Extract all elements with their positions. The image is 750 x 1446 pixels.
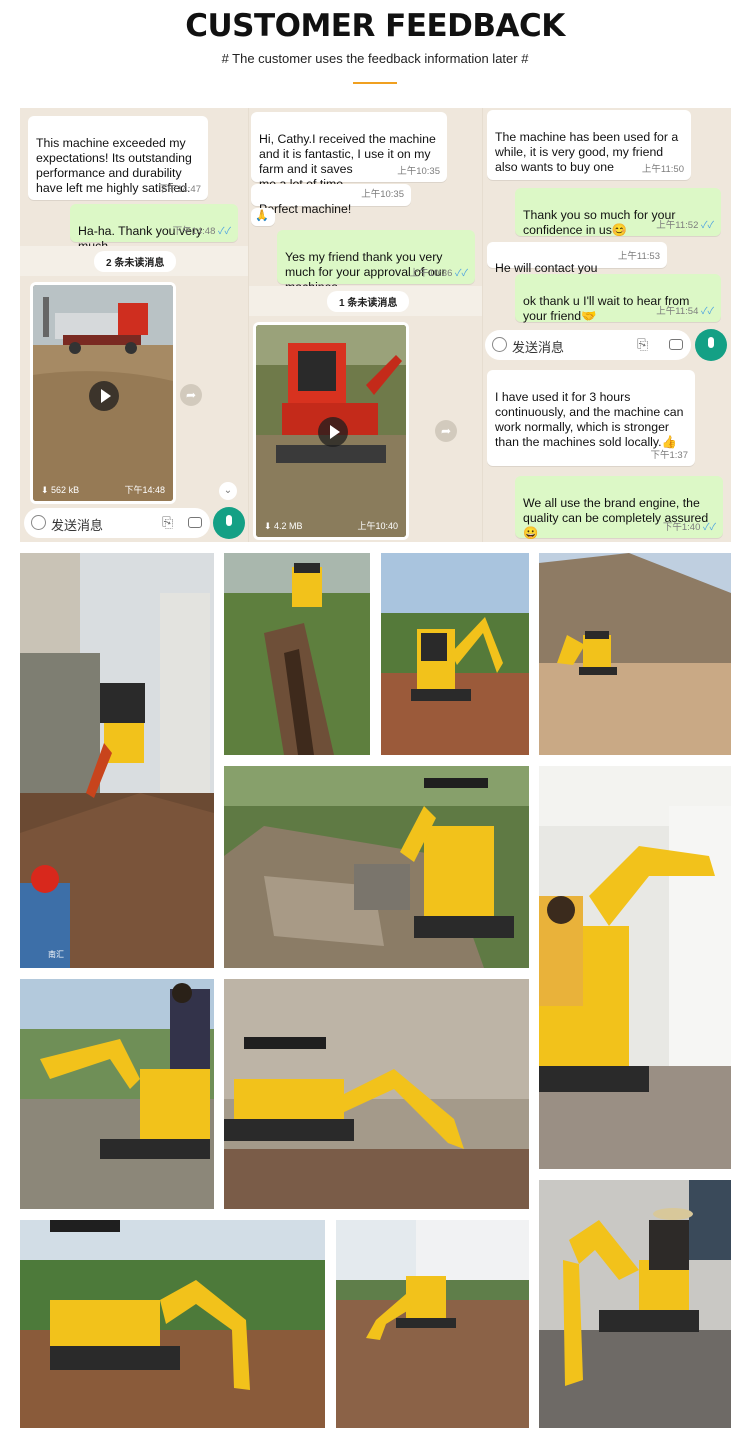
incoming-message: Hi, Cathy.I received the machine and it … <box>251 112 447 191</box>
customer-photo <box>20 1220 325 1428</box>
message-time: 上午11:54 ✓✓ <box>656 306 714 317</box>
attach-icon[interactable]: ⎘ <box>637 336 648 353</box>
chat-column-1: This machine exceeded my expectations! I… <box>20 108 248 542</box>
customer-photo <box>381 553 529 755</box>
customer-photo <box>224 766 529 968</box>
message-time: 上午11:50 <box>641 164 684 175</box>
camera-icon[interactable] <box>188 517 202 528</box>
video-time: 上午10:40 <box>357 521 398 531</box>
incoming-message: This machine exceeded my expectations! I… <box>28 116 208 200</box>
play-icon[interactable] <box>89 381 119 411</box>
mic-icon[interactable] <box>695 329 727 361</box>
message-time: 下午14:48 ✓✓ <box>172 226 231 237</box>
unread-badge: 1 条未读消息 <box>327 291 410 312</box>
chat-column-2: Hi, Cathy.I received the machine and it … <box>248 108 483 542</box>
outgoing-message: Thank you so much for your confidence in… <box>515 188 721 237</box>
message-text: He will contact you <box>495 261 598 275</box>
play-icon[interactable] <box>318 417 348 447</box>
camera-icon[interactable] <box>669 339 683 350</box>
incoming-message: I have used it for 3 hours continuously,… <box>487 370 695 466</box>
incoming-message: He will contact you 上午11:53 <box>487 242 667 275</box>
message-time: 上午10:35 <box>361 189 404 200</box>
customer-photo <box>20 979 214 1209</box>
video-size: ⬇ 562 kB <box>41 485 80 495</box>
message-time: 下午14:47 <box>158 184 201 195</box>
customer-photo: 南汇 <box>20 553 214 968</box>
outgoing-message: ok thank u I'll wait to hear from your f… <box>515 274 721 323</box>
incoming-message: The machine has been used for a while, i… <box>487 110 691 180</box>
outgoing-message: Ha-ha. Thank you very much. 下午14:48 ✓✓ <box>70 204 238 253</box>
photo-caption: 南汇 <box>48 950 64 959</box>
message-composer[interactable]: 发送消息 ⎘ <box>24 508 210 538</box>
emoji-icon[interactable] <box>31 515 46 530</box>
message-text: Hi, Cathy.I received the machine and it … <box>259 132 436 191</box>
customer-photo <box>539 766 731 1169</box>
scroll-down-icon[interactable]: ⌄ <box>219 482 237 500</box>
page-header: CUSTOMER FEEDBACK # The customer uses th… <box>0 0 750 100</box>
customer-photo <box>539 553 731 755</box>
video-size: ⬇ 4.2 MB <box>264 521 303 531</box>
share-icon[interactable]: ➦ <box>435 420 457 442</box>
message-time: 下午1:40 ✓✓ <box>662 522 716 533</box>
outgoing-message: We all use the brand engine, the quality… <box>515 476 723 540</box>
message-text: Thank you so much for your confidence in… <box>523 208 676 237</box>
message-composer[interactable]: 发送消息 ⎘ <box>485 330 691 360</box>
unread-badge: 2 条未读消息 <box>94 251 177 272</box>
video-message[interactable]: ⬇ 4.2 MB 上午10:40 <box>253 322 409 540</box>
emoji-icon[interactable] <box>492 337 507 352</box>
video-time: 下午14:48 <box>124 485 165 495</box>
page-subtitle: # The customer uses the feedback informa… <box>221 51 529 66</box>
attach-icon[interactable]: ⎘ <box>162 514 173 531</box>
message-time: 上午10:36 ✓✓ <box>409 268 468 279</box>
chat-column-3: The machine has been used for a while, i… <box>482 108 731 542</box>
customer-photo <box>539 1180 731 1428</box>
message-time: 上午11:52 ✓✓ <box>656 220 714 231</box>
composer-placeholder: 发送消息 <box>51 518 104 533</box>
title-underline <box>353 82 397 84</box>
message-text: I have used it for 3 hours continuously,… <box>495 390 684 449</box>
mic-icon[interactable] <box>213 507 245 539</box>
customer-photo <box>224 553 370 755</box>
composer-placeholder: 发送消息 <box>512 340 565 355</box>
message-time: 上午11:53 <box>617 251 660 262</box>
page-title: CUSTOMER FEEDBACK <box>185 8 565 44</box>
incoming-message: Perfect machine! 上午10:35 <box>251 184 411 216</box>
customer-photo <box>336 1220 529 1428</box>
message-time: 下午1:37 <box>650 450 689 461</box>
outgoing-message: Yes my friend thank you very much for yo… <box>277 230 475 294</box>
customer-photo <box>224 979 529 1209</box>
message-time: 上午10:35 <box>397 166 440 177</box>
chat-screenshots: This machine exceeded my expectations! I… <box>20 108 731 542</box>
video-message[interactable]: ⬇ 562 kB 下午14:48 <box>30 282 176 504</box>
emoji-message: 🙏 <box>251 208 275 226</box>
share-icon[interactable]: ➦ <box>180 384 202 406</box>
